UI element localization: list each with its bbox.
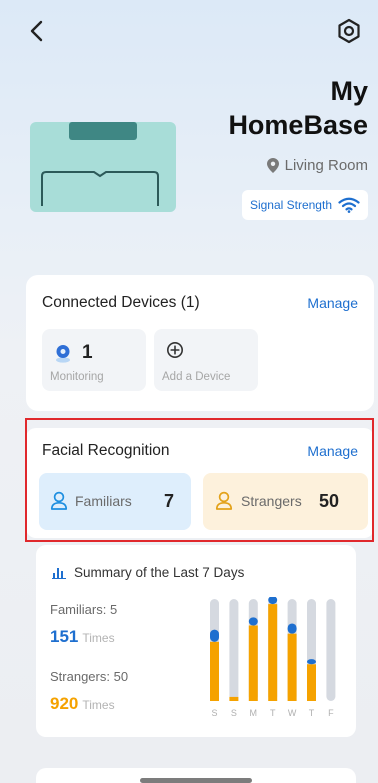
day-tick-label: T xyxy=(270,708,276,718)
summary-familiars-label: Familiars: 5 xyxy=(50,602,118,617)
camera-icon xyxy=(56,345,70,363)
weekly-bar-chart: SSMTWTF xyxy=(210,597,336,718)
summary-title: Summary of the Last 7 Days xyxy=(74,565,245,580)
monitoring-label: Monitoring xyxy=(50,371,104,383)
monitoring-tile[interactable]: 1 Monitoring xyxy=(42,329,146,391)
familiars-times-unit: Times xyxy=(82,631,115,645)
title-line-2: HomeBase xyxy=(228,110,368,140)
familiars-bar xyxy=(210,629,219,642)
signal-strength-button[interactable]: Signal Strength xyxy=(241,190,368,220)
add-device-tile[interactable]: Add a Device xyxy=(154,329,258,391)
connected-devices-card: Connected Devices (1) Manage 1 Monitorin… xyxy=(26,275,374,411)
strangers-bar xyxy=(248,625,258,701)
title-line-1: My xyxy=(330,76,368,106)
wifi-icon xyxy=(338,197,360,213)
connected-devices-title: Connected Devices (1) xyxy=(42,294,200,311)
facial-recognition-highlight xyxy=(25,418,374,542)
bar-chart-icon xyxy=(52,568,66,579)
day-tick-label: S xyxy=(231,708,237,718)
strangers-times-value: 920 xyxy=(50,694,79,713)
home-indicator xyxy=(140,778,252,783)
bar-track xyxy=(326,599,336,701)
device-title: My HomeBase xyxy=(228,74,368,142)
gear-icon[interactable] xyxy=(334,16,364,46)
strangers-bar xyxy=(268,604,278,701)
day-tick-label: F xyxy=(328,708,334,718)
familiars-bar xyxy=(307,659,316,665)
connected-manage-link[interactable]: Manage xyxy=(307,295,358,311)
device-location: Living Room xyxy=(266,157,368,174)
add-device-label: Add a Device xyxy=(162,371,231,383)
day-tick-label: M xyxy=(250,708,257,718)
summary-card: Summary of the Last 7 Days Familiars: 5 … xyxy=(36,545,356,737)
location-label: Living Room xyxy=(284,157,368,174)
day-tick-label: W xyxy=(288,708,297,718)
strangers-times-unit: Times xyxy=(82,698,115,712)
signal-label: Signal Strength xyxy=(249,198,332,212)
monitoring-count: 1 xyxy=(82,342,93,363)
chevron-left-icon[interactable] xyxy=(22,16,52,46)
strangers-bar xyxy=(229,696,239,701)
familiars-bar xyxy=(248,617,258,626)
strangers-bar xyxy=(287,633,297,701)
strangers-bar xyxy=(307,664,316,701)
day-tick-label: T xyxy=(309,708,315,718)
familiars-times-value: 151 xyxy=(50,627,79,646)
summary-strangers-label: Strangers: 50 xyxy=(50,669,129,684)
familiars-bar xyxy=(287,623,297,634)
location-pin-icon xyxy=(266,158,279,173)
top-bar xyxy=(0,0,378,60)
bar-track xyxy=(229,599,239,701)
homebase-device-image xyxy=(30,122,176,212)
strangers-bar xyxy=(210,641,219,701)
plus-circle-icon xyxy=(167,342,183,358)
day-tick-label: S xyxy=(211,708,217,718)
summary-strangers-times: 920 Times xyxy=(50,694,115,714)
summary-familiars-times: 151 Times xyxy=(50,627,115,647)
